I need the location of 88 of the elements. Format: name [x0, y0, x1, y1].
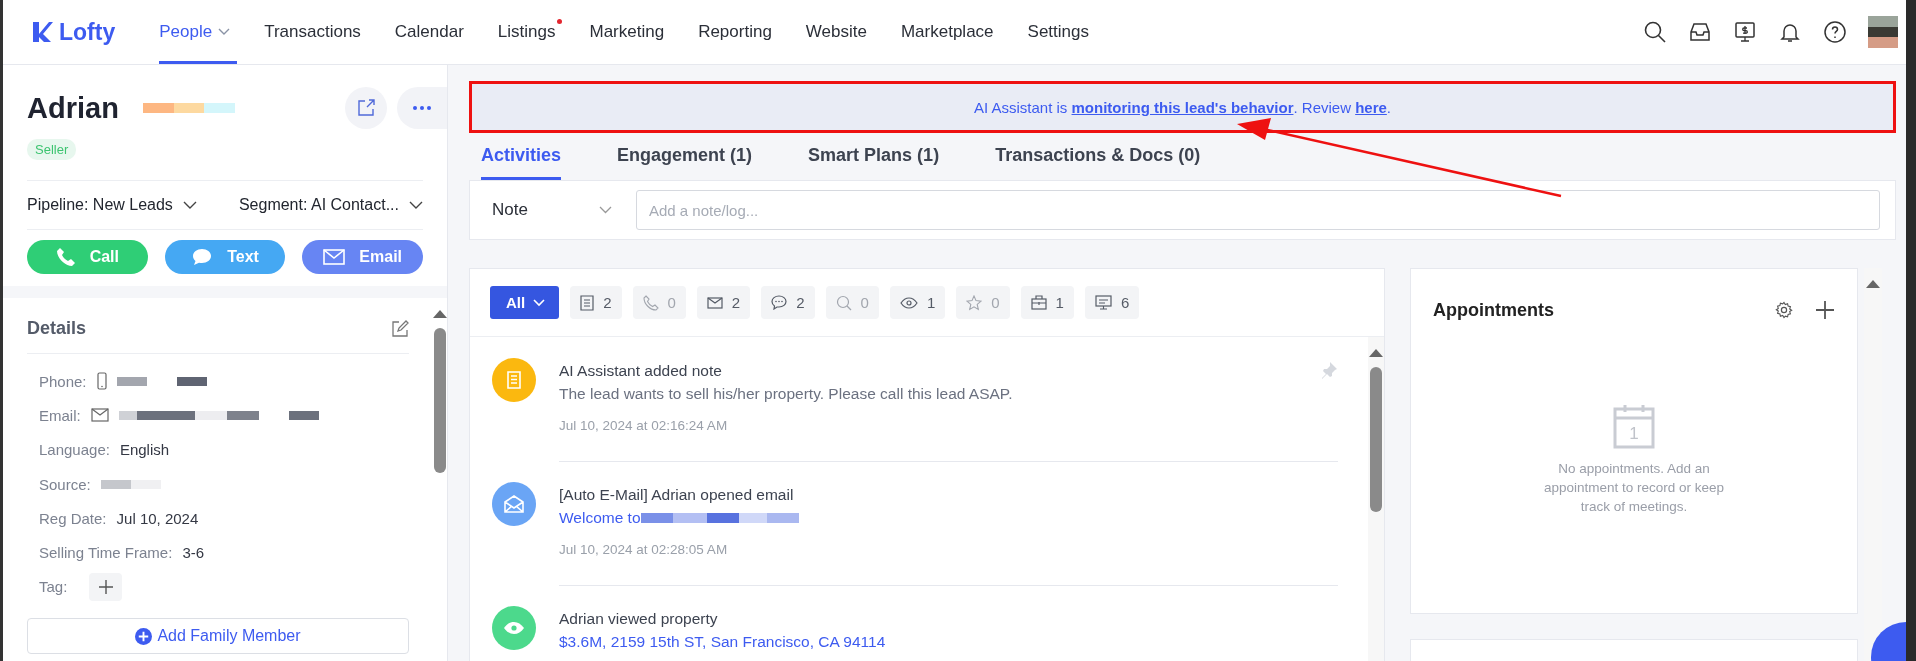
field-label: Reg Date:	[39, 509, 107, 527]
add-tag-button[interactable]	[89, 572, 123, 601]
field-label: Phone:	[39, 372, 87, 390]
add-icon[interactable]	[1815, 300, 1835, 320]
tab[interactable]: Engagement (1)	[617, 133, 753, 180]
segment-dropdown[interactable]: Segment: AI Contact...	[238, 196, 423, 214]
lofty-logo[interactable]: Lofty	[31, 18, 116, 46]
share-icon	[356, 98, 376, 118]
dollar-monitor-icon[interactable]	[1733, 20, 1757, 44]
activity-link[interactable]: Welcome to	[559, 509, 641, 527]
banner-message: AI Assistant is monitoring this lead's behavior. Review here.	[974, 98, 1391, 116]
empty-state-message: No appointments. Add an appointment to record or keep track of meetings.	[1542, 460, 1726, 516]
filter-chip[interactable]: 2	[761, 286, 815, 319]
nav-link[interactable]: Listings	[497, 0, 563, 64]
activity-link[interactable]: $3.6M, 2159 15th ST, San Francisco, CA 94114	[559, 633, 886, 651]
pipeline-dropdown[interactable]: Pipeline: New Leads	[27, 196, 197, 214]
help-icon[interactable]	[1823, 20, 1847, 44]
scrollbar[interactable]	[1368, 337, 1384, 661]
activity-timestamp: Jul 10, 2024 at 02:16:24 AM	[559, 418, 729, 433]
field-label: Tag:	[39, 578, 68, 596]
phone-icon	[642, 294, 659, 311]
plus-circle-icon	[135, 627, 153, 645]
briefcase-icon	[1030, 295, 1047, 310]
redacted-block	[116, 376, 147, 386]
monitor-icon	[1094, 295, 1112, 310]
nav-link[interactable]: Calendar	[394, 0, 471, 64]
all-filter-button[interactable]: All	[490, 286, 560, 319]
chat-bubble-icon	[771, 295, 788, 310]
field-label: Language:	[39, 441, 110, 459]
banner-link[interactable]: monitoring this lead's behavior	[1071, 98, 1294, 116]
activity-text: The lead wants to sell his/her property. Please call this lead ASAP.	[559, 385, 1013, 403]
tab[interactable]: Smart Plans (1)	[808, 133, 940, 180]
edit-icon[interactable]	[391, 319, 409, 338]
filter-chip[interactable]: 1	[1020, 286, 1074, 319]
note-type-dropdown[interactable]: Note	[492, 200, 612, 220]
tab[interactable]: Transactions & Docs (0)	[995, 133, 1201, 180]
filter-chip[interactable]: 2	[696, 286, 751, 319]
filter-chip[interactable]: 6	[1084, 286, 1140, 319]
nav-link[interactable]: Transactions	[264, 0, 368, 64]
field-label: Source:	[39, 475, 91, 493]
chevron-down-icon	[599, 206, 612, 214]
field-label: Email:	[39, 406, 81, 424]
share-button[interactable]	[345, 87, 387, 129]
section-title: Details	[27, 318, 87, 339]
star-icon	[966, 294, 983, 311]
filter-chip[interactable]: 2	[570, 286, 622, 319]
nav-link[interactable]: Marketing	[589, 0, 672, 64]
nav-link[interactable]: Reporting	[698, 0, 779, 64]
field-value: Jul 10, 2024	[116, 509, 199, 527]
add-family-member-button[interactable]: Add Family Member	[27, 618, 409, 655]
lead-type-tag: Seller	[27, 139, 77, 160]
chevron-down-icon	[218, 28, 231, 36]
nav-link[interactable]: Marketplace	[900, 0, 1001, 64]
note-input-field[interactable]: Add a note/log...	[636, 190, 1880, 230]
filter-chip[interactable]: 1	[889, 286, 946, 319]
eye-icon	[899, 296, 918, 309]
field-value: English	[119, 441, 170, 459]
more-icon	[412, 105, 432, 111]
redacted-block	[100, 479, 161, 489]
plus-icon	[98, 579, 113, 594]
settings-icon[interactable]	[1775, 301, 1793, 319]
field-value: 3-6	[182, 544, 205, 562]
search-icon	[835, 294, 852, 311]
phone-icon	[55, 247, 76, 267]
activity-title: [Auto E-Mail] Adrian opened email	[559, 486, 795, 504]
card-title: Appointments	[1433, 299, 1554, 321]
chevron-down-icon	[409, 200, 423, 210]
chevron-down-icon	[182, 200, 197, 210]
lead-name: Adrian	[27, 91, 119, 125]
banner-link[interactable]: here	[1355, 98, 1387, 116]
envelope-icon	[706, 296, 723, 309]
activity-title: AI Assistant added note	[559, 362, 723, 380]
field-label: Selling Time Frame:	[39, 544, 173, 562]
avatar-image[interactable]	[1868, 16, 1898, 48]
chat-bubble-icon	[191, 247, 214, 267]
document-icon	[580, 294, 595, 311]
envelope-icon	[323, 249, 346, 265]
search-icon[interactable]	[1643, 20, 1667, 44]
chevron-down-icon	[533, 298, 546, 307]
activity-title: Adrian viewed property	[559, 610, 719, 628]
mobile-phone-icon	[96, 372, 107, 391]
inbox-icon[interactable]	[1688, 20, 1712, 44]
logo-icon	[31, 20, 53, 44]
email-button[interactable]: Email	[302, 240, 423, 274]
nav-link[interactable]: Website	[805, 0, 874, 64]
nav-link[interactable]: Settings	[1027, 0, 1096, 64]
activity-timestamp: Jul 10, 2024 at 02:28:05 AM	[559, 542, 729, 557]
envelope-icon	[90, 408, 109, 423]
